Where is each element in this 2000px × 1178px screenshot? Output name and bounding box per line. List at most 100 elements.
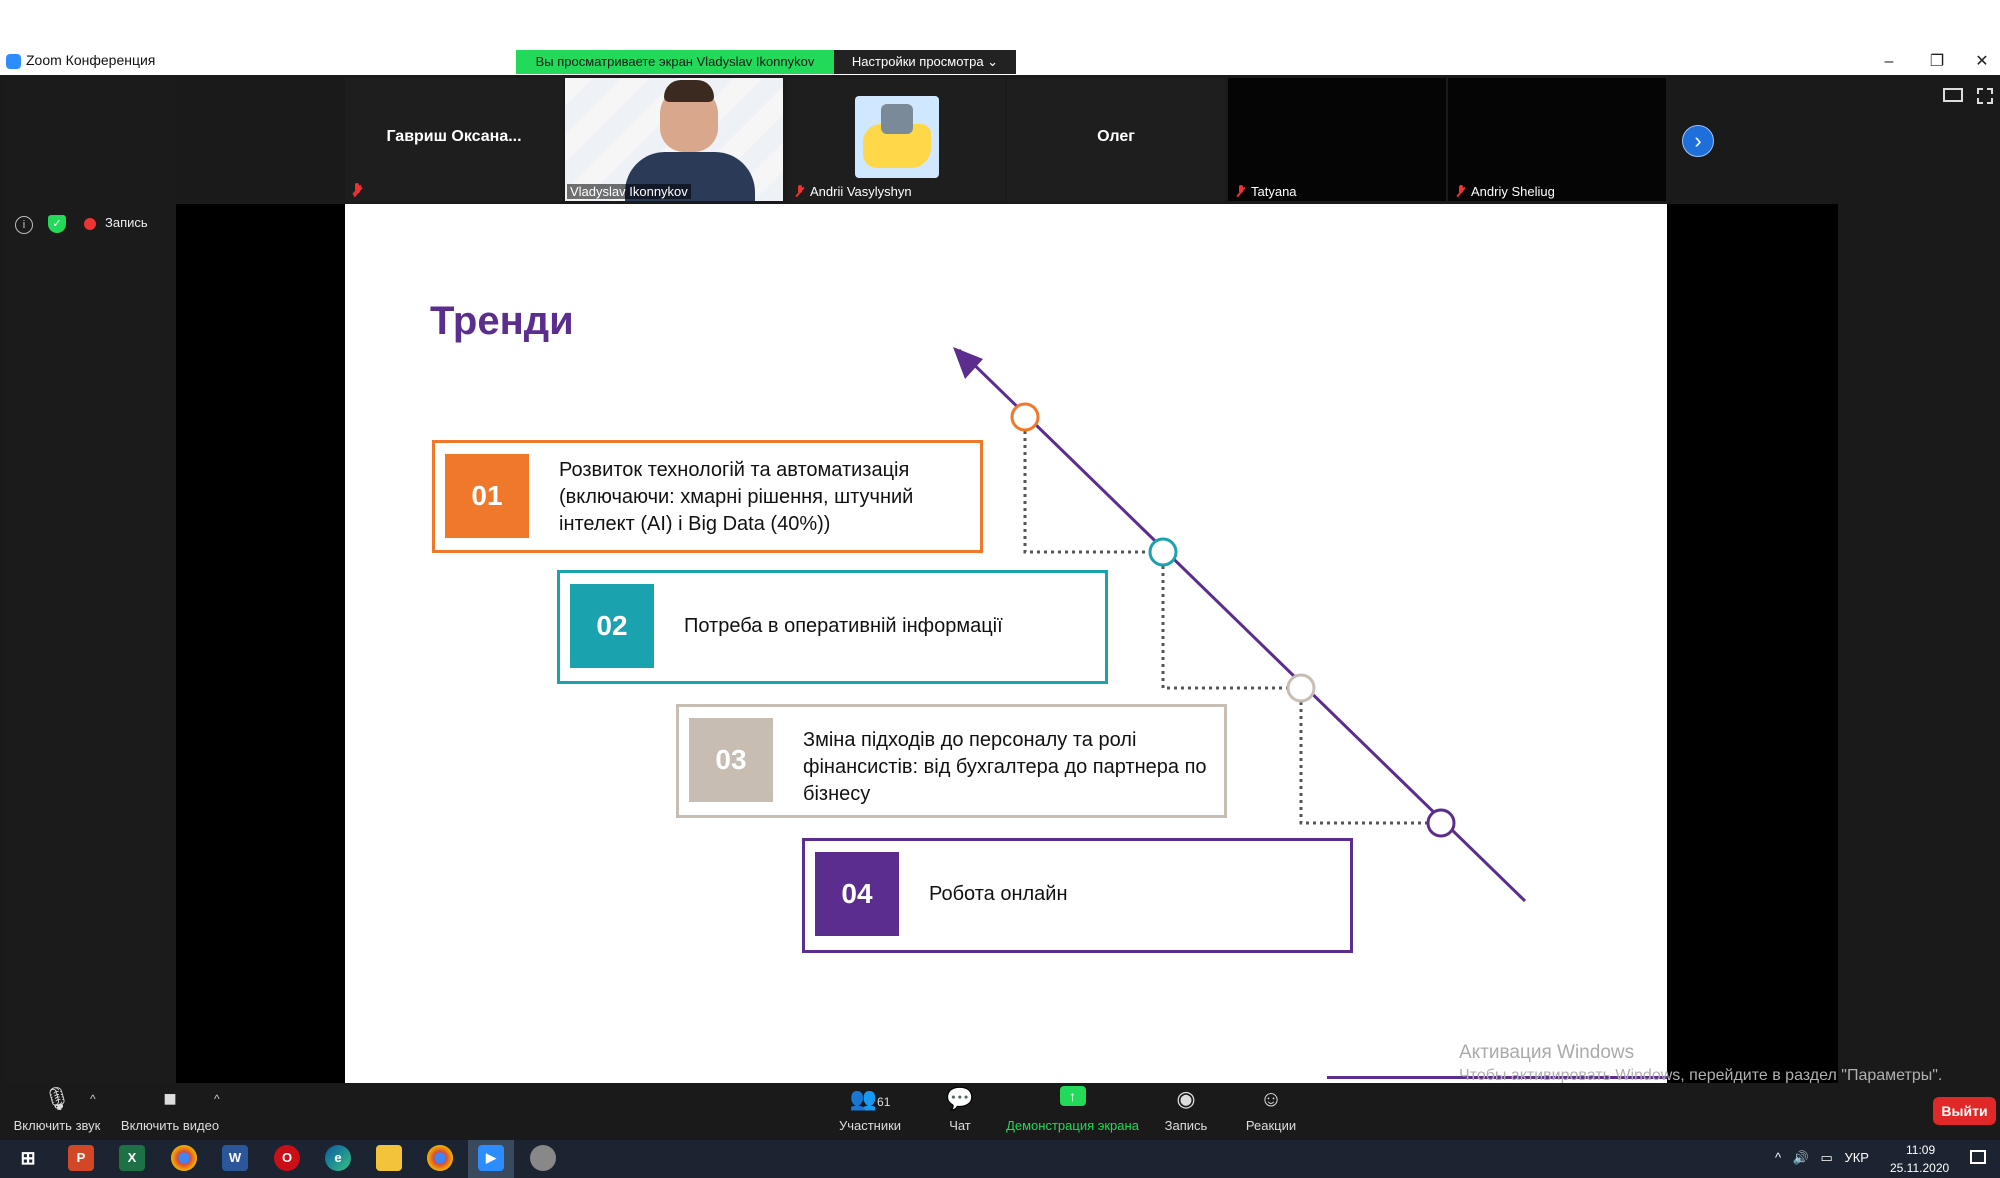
milestone-circle-2 [1148, 537, 1178, 567]
participant-name: Tatyana [1251, 184, 1297, 199]
share-screen-icon: ↑ [1059, 1086, 1086, 1106]
participants-icon: 👥61 [849, 1086, 891, 1111]
video-off-icon: ■ [163, 1086, 177, 1111]
trend-item-1: 01 Розвиток технологій та автоматизація … [432, 440, 983, 553]
trend-text: Зміна підходів до персоналу та ролі фіна… [803, 729, 1207, 805]
mic-muted-icon: 🎙 [43, 1086, 71, 1111]
view-layout-icon[interactable] [1943, 88, 1963, 102]
participant-avatar [855, 96, 939, 178]
mic-muted-icon [795, 184, 805, 199]
start-video-label: Включить видео [120, 1118, 220, 1133]
recording-icon [84, 218, 96, 230]
security-shield-icon[interactable]: ✓ [48, 215, 66, 233]
share-banner: Вы просматриваете экран Vladyslav Ikonny… [516, 50, 834, 74]
exit-meeting-button[interactable]: Выйти [1933, 1097, 1996, 1125]
restore-icon[interactable]: ❐ [1923, 50, 1951, 74]
mic-muted-icon [1456, 184, 1466, 199]
volume-icon[interactable]: 🔊 [1793, 1150, 1809, 1165]
opera-icon[interactable]: O [274, 1145, 300, 1171]
participants-label: Участники [838, 1118, 902, 1133]
shared-slide: Тренди 01 Розвиток технологій та автомат… [345, 204, 1667, 1084]
trend-item-4: 04 Робота онлайн [802, 838, 1353, 953]
info-icon[interactable]: i [15, 216, 33, 234]
close-icon[interactable]: ✕ [1968, 50, 1996, 74]
trend-text: Потреба в оперативній інформації [684, 615, 1003, 637]
window-title: Zoom Конференция [26, 52, 156, 68]
record-button[interactable]: ◉ Запись [1160, 1086, 1212, 1133]
zoom-logo-icon [6, 54, 21, 69]
unmute-label: Включить звук [13, 1118, 101, 1133]
chrome-icon[interactable] [171, 1145, 197, 1171]
person-hair [664, 80, 714, 102]
dotted-guide-1 [1023, 417, 1163, 554]
edge-icon[interactable]: e [325, 1145, 351, 1171]
start-video-button[interactable]: ■ Включить видео [120, 1086, 220, 1133]
trend-number: 01 [445, 454, 529, 538]
trend-item-3: 03 Зміна підходів до персоналу та ролі ф… [676, 704, 1227, 818]
trend-text: Робота онлайн [929, 883, 1068, 905]
trend-number: 02 [570, 584, 654, 668]
minimize-icon[interactable]: – [1875, 50, 1903, 74]
participant-name: Andrii Vasylyshyn [810, 184, 912, 199]
next-page-arrow-icon[interactable]: › [1682, 125, 1714, 157]
chat-button[interactable]: 💬 Чат [935, 1086, 985, 1133]
meeting-controls [0, 1083, 2000, 1140]
notifications-icon[interactable] [1970, 1150, 1986, 1164]
avatar-figure [881, 104, 913, 134]
participant-name: Гавриш Оксана... [386, 128, 522, 145]
participant-label: Tatyana [1236, 184, 1297, 199]
recording-label: Запись [105, 215, 148, 230]
share-screen-button[interactable]: ↑ Демонстрация экрана [1005, 1086, 1140, 1133]
system-tray: ^ 🔊 ▭ УКР [1775, 1150, 1869, 1166]
windows-start-icon[interactable]: ⊞ [15, 1145, 41, 1171]
word-icon[interactable]: W [222, 1145, 248, 1171]
dotted-guide-3 [1299, 688, 1441, 825]
trend-text: Розвиток технологій та автоматизація (вк… [559, 459, 914, 535]
view-settings-button[interactable]: Настройки просмотра ⌄ [834, 50, 1016, 74]
zoom-taskbar-icon[interactable]: ▶ [478, 1145, 504, 1171]
participant-tile[interactable]: Andriy Sheliug [1448, 78, 1666, 201]
network-icon[interactable]: ▭ [1821, 1150, 1833, 1165]
participants-button[interactable]: 👥61 Участники [830, 1086, 910, 1133]
participant-tile[interactable]: Олег [1007, 78, 1225, 201]
reactions-button[interactable]: ☺ Реакции [1240, 1086, 1302, 1133]
trend-item-2: 02 Потреба в оперативній інформації [557, 570, 1108, 684]
clock-date[interactable]: 25.11.2020 [1890, 1161, 1949, 1175]
audio-options-chevron-icon[interactable]: ^ [90, 1092, 96, 1106]
participant-tile[interactable]: Гавриш Оксана... [345, 78, 563, 201]
reactions-icon: ☺ [1259, 1086, 1283, 1111]
chat-icon: 💬 [946, 1086, 974, 1111]
windows-activation-title: Активация Windows [1459, 1042, 1635, 1063]
windows-taskbar [0, 1140, 2000, 1178]
reactions-label: Реакции [1245, 1118, 1297, 1133]
share-screen-label: Демонстрация экрана [1006, 1118, 1139, 1133]
clock-time[interactable]: 11:09 [1906, 1143, 1935, 1157]
chat-label: Чат [949, 1118, 971, 1133]
participant-tile-video[interactable]: Vladyslav Ikonnykov [565, 78, 783, 201]
participant-name: Andriy Sheliug [1471, 184, 1555, 199]
powerpoint-icon[interactable]: P [68, 1145, 94, 1171]
excel-icon[interactable]: X [119, 1145, 145, 1171]
fullscreen-icon[interactable] [1977, 88, 1993, 104]
chrome-icon[interactable] [427, 1145, 453, 1171]
unmute-button[interactable]: 🎙 Включить звук [12, 1086, 102, 1133]
participants-count: 61 [877, 1095, 891, 1109]
participant-label: Vladyslav Ikonnykov [567, 184, 691, 199]
record-icon: ◉ [1176, 1086, 1196, 1111]
paint-icon[interactable] [530, 1145, 556, 1171]
trend-number: 03 [689, 718, 773, 802]
file-explorer-icon[interactable] [376, 1145, 402, 1171]
trend-number: 04 [815, 852, 899, 936]
language-indicator[interactable]: УКР [1844, 1150, 1869, 1165]
milestone-circle-4 [1426, 808, 1456, 838]
participant-name: Олег [1097, 128, 1135, 145]
participant-tile[interactable]: Tatyana [1228, 78, 1446, 201]
milestone-circle-3 [1286, 673, 1316, 703]
tray-chevron-icon[interactable]: ^ [1775, 1150, 1781, 1165]
participant-tile[interactable]: Andrii Vasylyshyn [787, 78, 1005, 201]
mic-muted-icon [352, 183, 362, 197]
milestone-circle-1 [1010, 402, 1040, 432]
video-options-chevron-icon[interactable]: ^ [214, 1092, 220, 1106]
participant-label: Andrii Vasylyshyn [795, 184, 912, 199]
mic-muted-icon [1236, 184, 1246, 199]
